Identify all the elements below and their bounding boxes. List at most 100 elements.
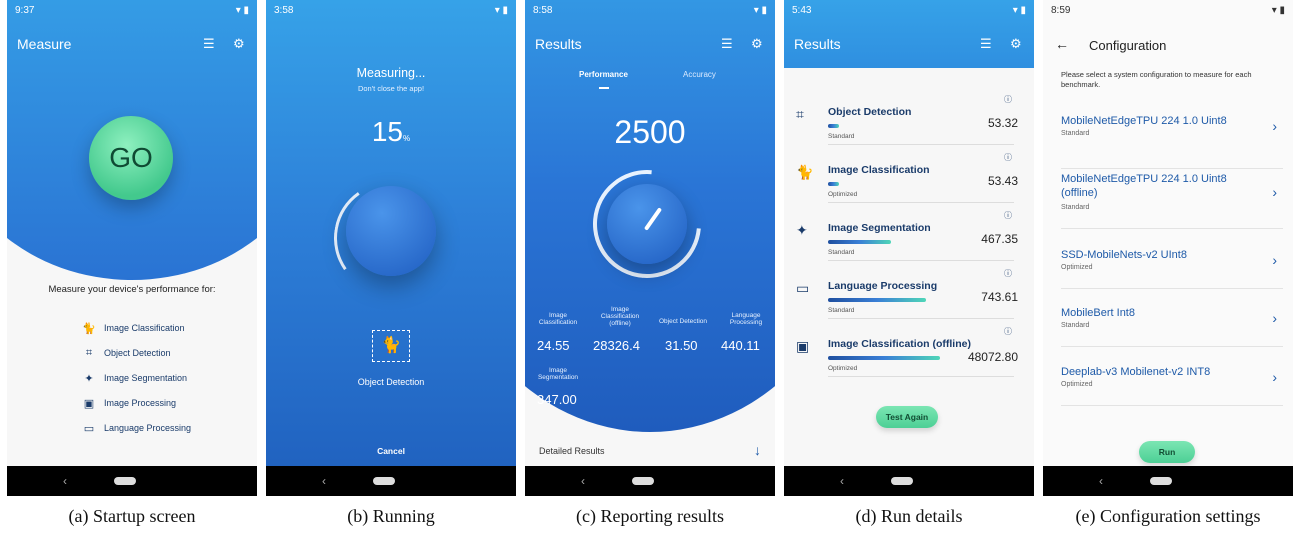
metric-value: 347.00 bbox=[537, 392, 577, 407]
tab-performance[interactable]: Performance bbox=[579, 70, 628, 79]
status-time: 3:58 bbox=[274, 4, 294, 16]
config-item[interactable]: Deeplab-v3 Mobilenet-v2 INT8 Optimized › bbox=[1043, 365, 1293, 423]
image-icon: ▣ bbox=[83, 398, 95, 410]
chevron-right-icon: › bbox=[1272, 252, 1277, 268]
home-pill[interactable] bbox=[114, 477, 136, 485]
back-icon[interactable]: ‹ bbox=[1099, 474, 1103, 488]
test-again-button[interactable]: Test Again bbox=[876, 406, 938, 428]
divider bbox=[1061, 228, 1283, 229]
gear-icon[interactable]: ⚙ bbox=[233, 36, 245, 52]
page-title: Measure bbox=[17, 36, 72, 52]
detailed-results-label: Detailed Results bbox=[539, 446, 605, 456]
divider bbox=[1061, 288, 1283, 289]
divider bbox=[828, 144, 1014, 145]
sliders-icon[interactable]: ☰ bbox=[721, 36, 733, 52]
cat-icon: 🐈 bbox=[796, 164, 814, 180]
metric-label: Image Classification bbox=[538, 312, 578, 326]
divider bbox=[828, 260, 1014, 261]
app-bar: Measure ☰ ⚙ bbox=[7, 28, 257, 60]
measuring-title: Measuring... bbox=[356, 66, 426, 80]
config-item[interactable]: SSD-MobileNets-v2 UInt8 Optimized › bbox=[1043, 248, 1293, 306]
info-icon[interactable]: ⓘ bbox=[1004, 268, 1012, 279]
result-bar bbox=[828, 356, 940, 360]
config-item[interactable]: MobileNetEdgeTPU 224 1.0 Uint8 (offline)… bbox=[1043, 172, 1293, 230]
segmentation-icon: ✦ bbox=[796, 222, 808, 238]
divider bbox=[828, 376, 1014, 377]
result-bar bbox=[828, 240, 891, 244]
info-icon[interactable]: ⓘ bbox=[1004, 326, 1012, 337]
list-item: ✦ Image Segmentation bbox=[82, 372, 187, 385]
arrow-down-icon: ↓ bbox=[754, 442, 761, 458]
wifi-battery-icon: ▾ ▮ bbox=[753, 4, 767, 16]
cat-icon: 🐈 bbox=[82, 323, 96, 335]
list-item: ⌗ Object Detection bbox=[82, 347, 171, 359]
sliders-icon[interactable]: ☰ bbox=[203, 36, 215, 52]
home-pill[interactable] bbox=[891, 477, 913, 485]
back-icon[interactable]: ‹ bbox=[840, 474, 844, 488]
list-item: ▭ Language Processing bbox=[83, 423, 192, 435]
panel-startup: 9:37 ▾ ▮ Measure ☰ ⚙ GO Measure your devi… bbox=[7, 0, 257, 496]
caption: (b) Running bbox=[347, 506, 435, 526]
back-arrow-icon[interactable]: ← bbox=[1055, 36, 1069, 52]
divider bbox=[1061, 346, 1283, 347]
panel-run-details: 5:43 ▾ ▮ Results ☰ ⚙ ⓘ ⌗ Object Detection… bbox=[784, 0, 1034, 496]
gear-icon[interactable]: ⚙ bbox=[751, 36, 763, 52]
home-pill[interactable] bbox=[632, 477, 654, 485]
back-icon[interactable]: ‹ bbox=[581, 474, 585, 488]
monitor-icon: ▭ bbox=[796, 280, 810, 296]
wifi-battery-icon: ▾ ▮ bbox=[1012, 4, 1026, 16]
config-intro: Please select a system configuration to … bbox=[1061, 70, 1252, 89]
info-icon[interactable]: ⓘ bbox=[1004, 210, 1012, 221]
caption: (e) Configuration settings bbox=[1075, 506, 1261, 526]
wifi-battery-icon: ▾ ▮ bbox=[1271, 4, 1285, 16]
measuring-hint: Don't close the app! bbox=[357, 84, 425, 93]
nav-bar: ‹ bbox=[266, 466, 516, 496]
config-item[interactable]: MobileBert Int8 Standard › bbox=[1043, 306, 1293, 364]
metric-label: Image Classification (offline) bbox=[600, 306, 640, 327]
go-button[interactable]: GO bbox=[89, 116, 173, 200]
task-label: Object Detection bbox=[357, 377, 425, 387]
back-icon[interactable]: ‹ bbox=[322, 474, 326, 488]
detailed-results-row[interactable]: Detailed Results ↓ bbox=[525, 440, 775, 464]
metric-label: Language Processing bbox=[729, 312, 763, 326]
status-time: 9:37 bbox=[15, 4, 35, 16]
divider bbox=[1061, 405, 1283, 406]
image-icon: ▣ bbox=[796, 338, 810, 354]
app-bar: Results ☰ ⚙ bbox=[525, 28, 775, 60]
status-bar: 9:37 ▾ ▮ bbox=[7, 0, 257, 20]
sliders-icon[interactable]: ☰ bbox=[980, 36, 992, 52]
config-item[interactable]: MobileNetEdgeTPU 224 1.0 Uint8 Standard … bbox=[1043, 114, 1293, 172]
object-detection-icon: 🐈 bbox=[372, 330, 410, 362]
nav-bar: ‹ bbox=[525, 466, 775, 496]
status-time: 8:58 bbox=[533, 4, 553, 16]
segmentation-icon: ✦ bbox=[84, 373, 94, 385]
status-bar: 3:58 ▾ ▮ bbox=[266, 0, 516, 20]
home-pill[interactable] bbox=[1150, 477, 1172, 485]
status-bar: 8:58 ▾ ▮ bbox=[525, 0, 775, 20]
tab-accuracy[interactable]: Accuracy bbox=[683, 70, 716, 79]
info-icon[interactable]: ⓘ bbox=[1004, 152, 1012, 163]
gear-icon[interactable]: ⚙ bbox=[1010, 36, 1022, 52]
panel-results: 8:58 ▾ ▮ Results ☰ ⚙ Performance Accuracy… bbox=[525, 0, 775, 496]
wifi-battery-icon: ▾ ▮ bbox=[235, 4, 249, 16]
status-time: 8:59 bbox=[1051, 4, 1071, 16]
metric-label: Object Detection bbox=[658, 318, 708, 325]
result-bar bbox=[828, 124, 839, 128]
back-icon[interactable]: ‹ bbox=[63, 474, 67, 488]
divider bbox=[1061, 168, 1283, 169]
caption: (d) Run details bbox=[855, 506, 963, 526]
panel-configuration: 8:59 ▾ ▮ ← Configuration Please select a … bbox=[1043, 0, 1293, 496]
metric-value: 31.50 bbox=[665, 338, 698, 353]
cancel-button[interactable]: Cancel bbox=[266, 446, 516, 456]
progress-percent: 15% bbox=[371, 116, 411, 147]
panel-running: 3:58 ▾ ▮ Measuring... Don't close the app… bbox=[266, 0, 516, 496]
divider bbox=[828, 318, 1014, 319]
home-pill[interactable] bbox=[373, 477, 395, 485]
detection-icon: ⌗ bbox=[796, 106, 804, 122]
go-label: GO bbox=[109, 142, 153, 173]
caption: (a) Startup screen bbox=[68, 506, 196, 526]
run-button[interactable]: Run bbox=[1139, 441, 1195, 463]
info-icon[interactable]: ⓘ bbox=[1004, 94, 1012, 105]
metric-value: 28326.4 bbox=[593, 338, 640, 353]
detection-icon: ⌗ bbox=[85, 347, 93, 359]
